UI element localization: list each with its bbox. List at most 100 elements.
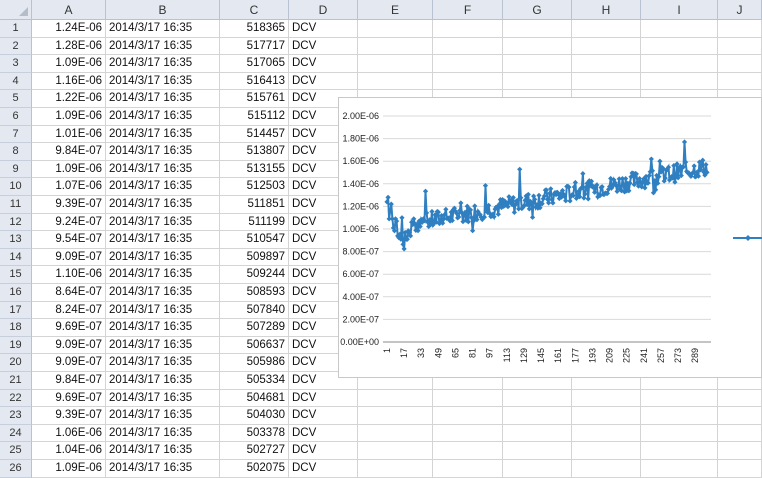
row-header[interactable]: 9 (0, 160, 32, 179)
embedded-line-chart[interactable]: 0.00E+00 2.00E-07 4.00E-07 6.00E-07 8.00E-07… (338, 97, 762, 378)
count-cell[interactable]: 507289 (220, 319, 289, 337)
row-header[interactable]: 20 (0, 354, 32, 372)
row-header[interactable]: 22 (0, 389, 32, 408)
value-cell[interactable]: 9.24E-07 (32, 213, 106, 232)
empty-cell[interactable] (641, 389, 718, 408)
timestamp-cell[interactable]: 2014/3/17 16:35 (106, 248, 220, 267)
empty-cell[interactable] (503, 55, 572, 73)
empty-cell[interactable] (718, 389, 762, 408)
column-header-d[interactable]: D (289, 0, 358, 20)
empty-cell[interactable] (358, 460, 433, 478)
row-header[interactable]: 19 (0, 336, 32, 355)
value-cell[interactable]: 9.39E-07 (32, 196, 106, 214)
empty-cell[interactable] (641, 37, 718, 56)
row-header[interactable]: 2 (0, 37, 32, 56)
value-cell[interactable]: 8.24E-07 (32, 301, 106, 320)
count-cell[interactable]: 509897 (220, 248, 289, 267)
empty-cell[interactable] (433, 442, 503, 460)
count-cell[interactable]: 511851 (220, 196, 289, 214)
row-header[interactable]: 15 (0, 266, 32, 284)
value-cell[interactable]: 1.28E-06 (32, 37, 106, 56)
empty-cell[interactable] (718, 460, 762, 478)
value-cell[interactable]: 9.09E-07 (32, 336, 106, 355)
count-cell[interactable]: 515112 (220, 108, 289, 126)
empty-cell[interactable] (641, 407, 718, 425)
count-cell[interactable]: 505986 (220, 354, 289, 372)
timestamp-cell[interactable]: 2014/3/17 16:35 (106, 372, 220, 390)
row-header[interactable]: 7 (0, 125, 32, 144)
spreadsheet[interactable]: ABCDEFGHIJ 1 2 3 4 5 6 7 8 9 10 11 12 13 14 15 16 17 18 19… (0, 0, 762, 478)
empty-cell[interactable] (433, 72, 503, 91)
unit-cell[interactable]: DCV (289, 55, 358, 73)
count-cell[interactable]: 513155 (220, 160, 289, 179)
value-cell[interactable]: 1.24E-06 (32, 20, 106, 38)
timestamp-cell[interactable]: 2014/3/17 16:35 (106, 231, 220, 249)
value-cell[interactable]: 1.10E-06 (32, 266, 106, 284)
value-cell[interactable]: 1.16E-06 (32, 72, 106, 91)
timestamp-cell[interactable]: 2014/3/17 16:35 (106, 301, 220, 320)
row-header[interactable]: 11 (0, 196, 32, 214)
empty-cell[interactable] (503, 37, 572, 56)
value-cell[interactable]: 1.07E-06 (32, 178, 106, 196)
row-header[interactable]: 1 (0, 20, 32, 38)
empty-cell[interactable] (718, 20, 762, 38)
empty-cell[interactable] (358, 55, 433, 73)
column-header-b[interactable]: B (106, 0, 220, 20)
timestamp-cell[interactable]: 2014/3/17 16:35 (106, 460, 220, 478)
column-header-h[interactable]: H (572, 0, 641, 20)
empty-cell[interactable] (358, 72, 433, 91)
empty-cell[interactable] (572, 460, 641, 478)
value-cell[interactable]: 9.09E-07 (32, 354, 106, 372)
empty-cell[interactable] (641, 55, 718, 73)
empty-cell[interactable] (641, 424, 718, 443)
empty-cell[interactable] (433, 389, 503, 408)
empty-cell[interactable] (641, 460, 718, 478)
empty-cell[interactable] (503, 20, 572, 38)
empty-cell[interactable] (572, 72, 641, 91)
unit-cell[interactable]: DCV (289, 424, 358, 443)
value-cell[interactable]: 9.39E-07 (32, 407, 106, 425)
empty-cell[interactable] (358, 407, 433, 425)
empty-cell[interactable] (433, 37, 503, 56)
column-header-c[interactable]: C (220, 0, 289, 20)
empty-cell[interactable] (433, 424, 503, 443)
row-header[interactable]: 8 (0, 143, 32, 161)
column-header-g[interactable]: G (503, 0, 572, 20)
empty-cell[interactable] (718, 407, 762, 425)
value-cell[interactable]: 9.09E-07 (32, 248, 106, 267)
count-cell[interactable]: 505334 (220, 372, 289, 390)
timestamp-cell[interactable]: 2014/3/17 16:35 (106, 196, 220, 214)
empty-cell[interactable] (718, 72, 762, 91)
column-header-a[interactable]: A (32, 0, 106, 20)
empty-cell[interactable] (503, 442, 572, 460)
empty-cell[interactable] (503, 389, 572, 408)
row-header[interactable]: 16 (0, 284, 32, 302)
timestamp-cell[interactable]: 2014/3/17 16:35 (106, 424, 220, 443)
count-cell[interactable]: 504030 (220, 407, 289, 425)
value-cell[interactable]: 1.04E-06 (32, 442, 106, 460)
unit-cell[interactable]: DCV (289, 442, 358, 460)
count-cell[interactable]: 514457 (220, 125, 289, 144)
count-cell[interactable]: 509244 (220, 266, 289, 284)
row-header[interactable]: 13 (0, 231, 32, 249)
timestamp-cell[interactable]: 2014/3/17 16:35 (106, 407, 220, 425)
empty-cell[interactable] (503, 72, 572, 91)
column-header-j[interactable]: J (718, 0, 762, 20)
value-cell[interactable]: 9.84E-07 (32, 372, 106, 390)
row-header[interactable]: 25 (0, 442, 32, 460)
timestamp-cell[interactable]: 2014/3/17 16:35 (106, 20, 220, 38)
count-cell[interactable]: 515761 (220, 90, 289, 108)
count-cell[interactable]: 516413 (220, 72, 289, 91)
timestamp-cell[interactable]: 2014/3/17 16:35 (106, 108, 220, 126)
timestamp-cell[interactable]: 2014/3/17 16:35 (106, 178, 220, 196)
empty-cell[interactable] (358, 37, 433, 56)
timestamp-cell[interactable]: 2014/3/17 16:35 (106, 125, 220, 144)
empty-cell[interactable] (433, 407, 503, 425)
empty-cell[interactable] (503, 424, 572, 443)
timestamp-cell[interactable]: 2014/3/17 16:35 (106, 72, 220, 91)
empty-cell[interactable] (572, 389, 641, 408)
empty-cell[interactable] (572, 37, 641, 56)
empty-cell[interactable] (572, 424, 641, 443)
count-cell[interactable]: 507840 (220, 301, 289, 320)
empty-cell[interactable] (641, 20, 718, 38)
